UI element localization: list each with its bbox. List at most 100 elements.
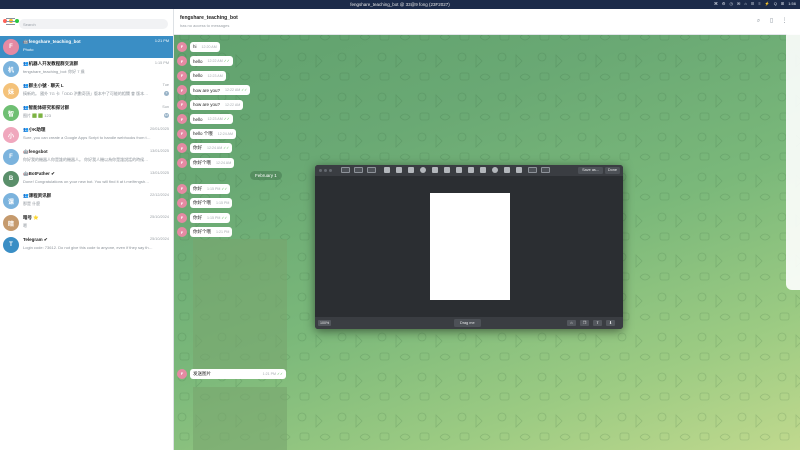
message-bubble[interactable]: 你好 12:24 AM ✓✓: [190, 143, 233, 153]
chat-list-item[interactable]: 机 👥机器人开发教程群交流群 fengshare_teaching_bot: 你好 …: [0, 58, 173, 80]
message-time-value: 12:24 AM: [216, 160, 232, 165]
avatar[interactable]: F: [177, 70, 187, 81]
avatar[interactable]: F: [177, 56, 187, 66]
step-number-icon[interactable]: [492, 167, 498, 173]
blur-icon[interactable]: [516, 167, 522, 173]
message-bubble[interactable]: 你好个哦 12:24 AM: [190, 157, 235, 168]
avatar[interactable]: F: [177, 114, 187, 124]
chat-title[interactable]: fengshare_teaching_bot: [180, 15, 238, 21]
color-picker-icon[interactable]: [528, 167, 537, 173]
editor-minimize-dot[interactable]: [324, 169, 327, 172]
copy-icon[interactable]: ❐: [580, 320, 589, 326]
chat-list-item[interactable]: B 🤖BotFather ✔ Done! Congratulations on yo…: [0, 168, 173, 190]
message-bubble[interactable]: hello 12:23 AM ✓✓: [190, 114, 233, 124]
select-arrow-icon[interactable]: [384, 167, 390, 173]
tray-icon[interactable]: ⌂: [744, 1, 746, 6]
avatar[interactable]: F: [177, 143, 187, 153]
message-time-value: 12:22 AM: [225, 102, 241, 107]
message-row: F 发送图片 1:21 PM ✓✓: [177, 368, 286, 379]
tray-icon[interactable]: ◷: [730, 1, 734, 6]
done-button[interactable]: Done: [604, 167, 620, 174]
tray-icon[interactable]: ✉: [737, 1, 740, 6]
chat-name: Telegram ✔: [23, 237, 48, 242]
message-bubble[interactable]: 你好个哦 1:21 PM: [190, 227, 233, 237]
tray-icon[interactable]: ≡: [758, 1, 760, 6]
chat-time: Tue: [162, 83, 169, 87]
text-icon[interactable]: [456, 167, 462, 173]
chat-list-item[interactable]: 小 👥小K助理 Sure, you can create a Google Apps…: [0, 124, 173, 146]
message-time-value: 1:15 PM: [207, 215, 221, 220]
more-options-icon[interactable]: ⋮: [781, 18, 788, 25]
pen-icon[interactable]: [504, 167, 510, 173]
chat-list-item[interactable]: T Telegram ✔ Login code: 73612. Do not giv…: [0, 234, 173, 256]
message-bubble[interactable]: 你好 1:15 PM ✓✓: [190, 212, 231, 223]
message-bubble[interactable]: 发送图片 1:21 PM ✓✓: [190, 368, 286, 379]
chat-name: 👥小K助理: [23, 127, 46, 132]
message-bubble[interactable]: 你好 1:15 PM ✓✓: [190, 183, 231, 194]
message-bubble[interactable]: how are you? 12:22 AM: [190, 99, 244, 110]
chat-list-item[interactable]: 智 👥智能体研究和探讨群 图片 🟩 🟩 123 Sun 12: [0, 102, 173, 124]
avatar[interactable]: F: [177, 85, 187, 95]
chat-list-item[interactable]: 课 👥课程资讯群 那是 什麼 22/12/2024: [0, 190, 173, 212]
tray-icon[interactable]: 1:56: [788, 1, 796, 6]
tray-icon[interactable]: ⚡: [765, 1, 770, 6]
avatar[interactable]: F: [177, 183, 187, 194]
message-bubble[interactable]: hello 个哦 12:24 AM: [190, 128, 236, 139]
message-bubble[interactable]: hi 12:20 AM: [190, 41, 220, 52]
highlight-icon[interactable]: [468, 167, 474, 173]
zoom-level[interactable]: 100%: [318, 320, 332, 326]
avatar[interactable]: F: [177, 128, 187, 139]
chat-list-item[interactable]: 暗暗号 ⭐ 嗯 25/10/2024: [0, 212, 173, 234]
tray-icon[interactable]: Q: [774, 1, 777, 6]
hamburger-menu-icon[interactable]: [6, 18, 15, 25]
avatar[interactable]: F: [177, 157, 187, 168]
avatar[interactable]: F: [177, 198, 187, 208]
drag-me-handle[interactable]: Drag me: [454, 319, 481, 327]
avatar[interactable]: F: [177, 227, 187, 237]
photo-message-2[interactable]: [193, 387, 287, 450]
editor-canvas[interactable]: [430, 193, 510, 300]
chat-list-item[interactable]: 妹 👥群主小號 · 聊天 L 搞新的。 國外 TG 卡「ODD 洪數奇頂」版本中了可…: [0, 80, 173, 102]
search-input[interactable]: [19, 19, 168, 29]
rectangle-icon[interactable]: [408, 167, 414, 173]
save-icon[interactable]: ⬇: [606, 320, 615, 326]
save-as-button[interactable]: Save as...: [578, 167, 603, 174]
arrow-icon[interactable]: [444, 167, 450, 173]
share-icon[interactable]: ⇪: [593, 320, 602, 326]
avatar[interactable]: F: [177, 41, 187, 52]
message-bubble[interactable]: hello 12:23 AM: [190, 70, 226, 81]
avatar[interactable]: F: [177, 99, 187, 110]
read-check-icon: ✓✓: [221, 186, 228, 191]
message-bubble[interactable]: how are you? 12:22 AM ✓✓: [190, 85, 251, 95]
message-time: 1:21 PM ✓✓: [263, 372, 283, 376]
stroke-size-icon[interactable]: [541, 167, 550, 173]
tray-icon[interactable]: ☰: [751, 1, 755, 6]
message-bubble[interactable]: hello 12:22 AM ✓✓: [190, 56, 233, 66]
tray-icon[interactable]: ⌘: [714, 1, 718, 6]
message-time-value: 12:24 AM: [217, 131, 233, 136]
mosaic-icon[interactable]: [480, 167, 486, 173]
chat-list-item[interactable]: F 🤖fengsbot 你好我的機器人你是誰的機器人。 你好我人機以為你是誰說話的時…: [0, 146, 173, 168]
line-icon[interactable]: [432, 167, 438, 173]
pin-icon[interactable]: ⌂: [567, 320, 576, 326]
avatar[interactable]: F: [177, 368, 187, 379]
editor-close-dot[interactable]: [319, 169, 322, 172]
sidebar-toggle-icon[interactable]: ▯: [768, 18, 775, 25]
capture-tool-icon[interactable]: [354, 167, 363, 173]
crop-tool-icon[interactable]: [341, 167, 350, 173]
editor-zoom-dot[interactable]: [329, 169, 332, 172]
message-row: F 你好 12:24 AM ✓✓: [177, 143, 233, 154]
window-tool-icon[interactable]: [367, 167, 376, 173]
tray-icon[interactable]: ⊞: [781, 1, 784, 6]
tray-icon[interactable]: ⚙: [722, 1, 726, 6]
avatar[interactable]: F: [177, 212, 187, 223]
screenshot-editor-window: Save as... Done 100% Drag me ⌂ ❐ ⇪ ⬇: [315, 165, 623, 329]
ellipse-icon[interactable]: [420, 167, 426, 173]
chat-list-item[interactable]: F 🤖fengshare_teaching_bot Photo 1:21 PM: [0, 36, 173, 58]
photo-message[interactable]: [193, 239, 287, 372]
message-row: Fhello 个哦 12:24 AM: [177, 128, 236, 139]
message-bubble[interactable]: 你好个哦 1:15 PM: [190, 198, 233, 208]
chat-avatar: 智: [3, 105, 19, 121]
text-box-icon[interactable]: [396, 167, 402, 173]
search-icon[interactable]: ⌕: [755, 18, 762, 25]
